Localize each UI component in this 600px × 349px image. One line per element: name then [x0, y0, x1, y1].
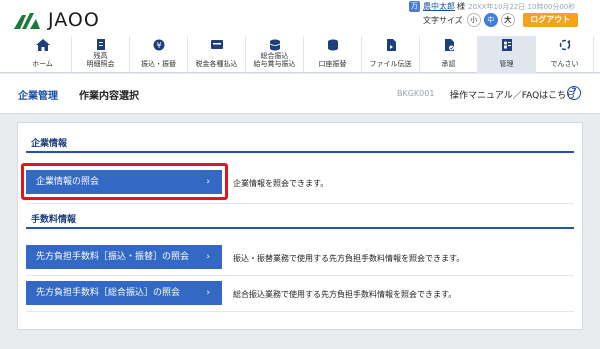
nav-label: 承認 — [441, 60, 456, 68]
nav-label: 管理 — [499, 60, 514, 68]
nav-item-file-transfer[interactable]: ファイル伝送 — [362, 36, 420, 73]
company-info-inquiry-button[interactable]: 企業情報の照会 › — [26, 170, 222, 194]
row-separator — [26, 203, 574, 204]
section-divider — [26, 227, 574, 229]
nav-item-approval[interactable]: 承認 — [420, 36, 478, 73]
menu-description: 企業情報を照会できます。 — [233, 179, 329, 188]
nav-label: でんさい — [550, 60, 579, 68]
svg-text:¥: ¥ — [156, 41, 161, 50]
nav-item-densai[interactable]: でんさい — [536, 36, 594, 73]
nav-item-bulk-transfer[interactable]: 総合振込 給与賞与振込 — [246, 36, 304, 73]
font-size-large-button[interactable]: 大 — [500, 13, 515, 27]
tax-payment-icon — [210, 40, 223, 49]
nav-item-account-debit[interactable]: 口座振替 — [304, 36, 362, 73]
help-link[interactable]: 操作マニュアル／FAQはこちら — [450, 88, 575, 101]
nav-label: 口座振替 — [318, 60, 347, 68]
screen-id: BKGK001 — [397, 89, 435, 98]
global-nav: ホーム 残高 明細照会 ¥ 振込・振替 税金各種払込 総合振込 給与賞与振込 口… — [0, 36, 600, 73]
user-icon: 万 — [409, 1, 420, 12]
page-title: 作業内容選択 — [79, 91, 139, 102]
chevron-right-icon: › — [206, 252, 210, 262]
management-icon — [501, 39, 512, 51]
file-transfer-icon — [386, 39, 396, 51]
balance-inquiry-icon — [96, 39, 105, 50]
logout-button[interactable]: ログアウト — [522, 13, 578, 27]
nav-item-balance-inquiry[interactable]: 残高 明細照会 — [72, 36, 130, 73]
user-info: 万 農中太郎 様 20XX年10月22日 10時00分00秒 — [409, 1, 575, 12]
home-icon — [35, 39, 50, 51]
nav-label: ホーム — [32, 60, 53, 68]
user-name-link[interactable]: 農中太郎 — [423, 1, 455, 12]
button-label: 先方負担手数料［振込・振替］の照会 — [36, 252, 190, 262]
chevron-right-icon: › — [206, 288, 210, 298]
section-divider — [26, 151, 574, 153]
nav-label: ファイル伝送 — [369, 60, 412, 68]
help-icon[interactable]: ? — [567, 86, 581, 100]
account-debit-icon — [327, 39, 338, 51]
main-panel: 企業情報 企業情報の照会 › 企業情報を照会できます。 手数料情報 先方負担手数… — [17, 122, 583, 330]
chevron-right-icon: › — [206, 177, 210, 187]
font-size-label: 文字サイズ — [423, 15, 463, 25]
logo-text: JAOO — [48, 9, 100, 31]
row-separator — [26, 275, 574, 276]
nav-label: 総合振込 給与賞与振込 — [253, 52, 296, 68]
font-size-controls: 文字サイズ 小 中 大 ログアウト — [423, 13, 578, 27]
section-title-company-info: 企業情報 — [31, 139, 68, 149]
breadcrumb-section: 企業管理 — [18, 91, 58, 102]
nav-label: 税金各種払込 — [195, 60, 238, 68]
nav-item-transfer[interactable]: ¥ 振込・振替 — [130, 36, 188, 73]
page-header-bar: 企業管理 作業内容選択 BKGK001 操作マニュアル／FAQはこちら ? — [0, 74, 600, 114]
densai-icon — [559, 39, 570, 51]
fee-bulk-transfer-inquiry-button[interactable]: 先方負担手数料［総合振込］の照会 › — [26, 281, 222, 305]
nav-label: 振込・振替 — [141, 60, 176, 68]
bulk-transfer-icon — [269, 39, 280, 51]
menu-description: 総合振込業務で使用する先方負担手数料情報を照会できます。 — [233, 290, 457, 299]
button-label: 企業情報の照会 — [36, 177, 100, 187]
user-suffix: 様 — [457, 2, 465, 11]
transfer-icon: ¥ — [153, 39, 164, 51]
header: JAOO 万 農中太郎 様 20XX年10月22日 10時00分00秒 文字サイ… — [0, 0, 600, 36]
last-login-time: 20XX年10月22日 10時00分00秒 — [468, 2, 576, 11]
approval-icon — [444, 39, 454, 51]
nav-item-tax-payment[interactable]: 税金各種払込 — [188, 36, 246, 73]
font-size-small-button[interactable]: 小 — [466, 13, 481, 27]
ja-logo-icon — [14, 13, 40, 29]
font-size-medium-button[interactable]: 中 — [483, 13, 498, 27]
nav-item-home[interactable]: ホーム — [14, 36, 72, 73]
nav-label: 残高 明細照会 — [86, 52, 115, 68]
fee-transfer-inquiry-button[interactable]: 先方負担手数料［振込・振替］の照会 › — [26, 245, 222, 269]
logo: JAOO — [12, 8, 100, 32]
row-separator — [26, 311, 574, 312]
button-label: 先方負担手数料［総合振込］の照会 — [36, 288, 181, 298]
menu-description: 振込・振替業務で使用する先方負担手数料情報を照会できます。 — [233, 254, 465, 263]
nav-item-management[interactable]: 管理 — [478, 36, 536, 73]
section-title-fee-info: 手数料情報 — [31, 215, 77, 225]
